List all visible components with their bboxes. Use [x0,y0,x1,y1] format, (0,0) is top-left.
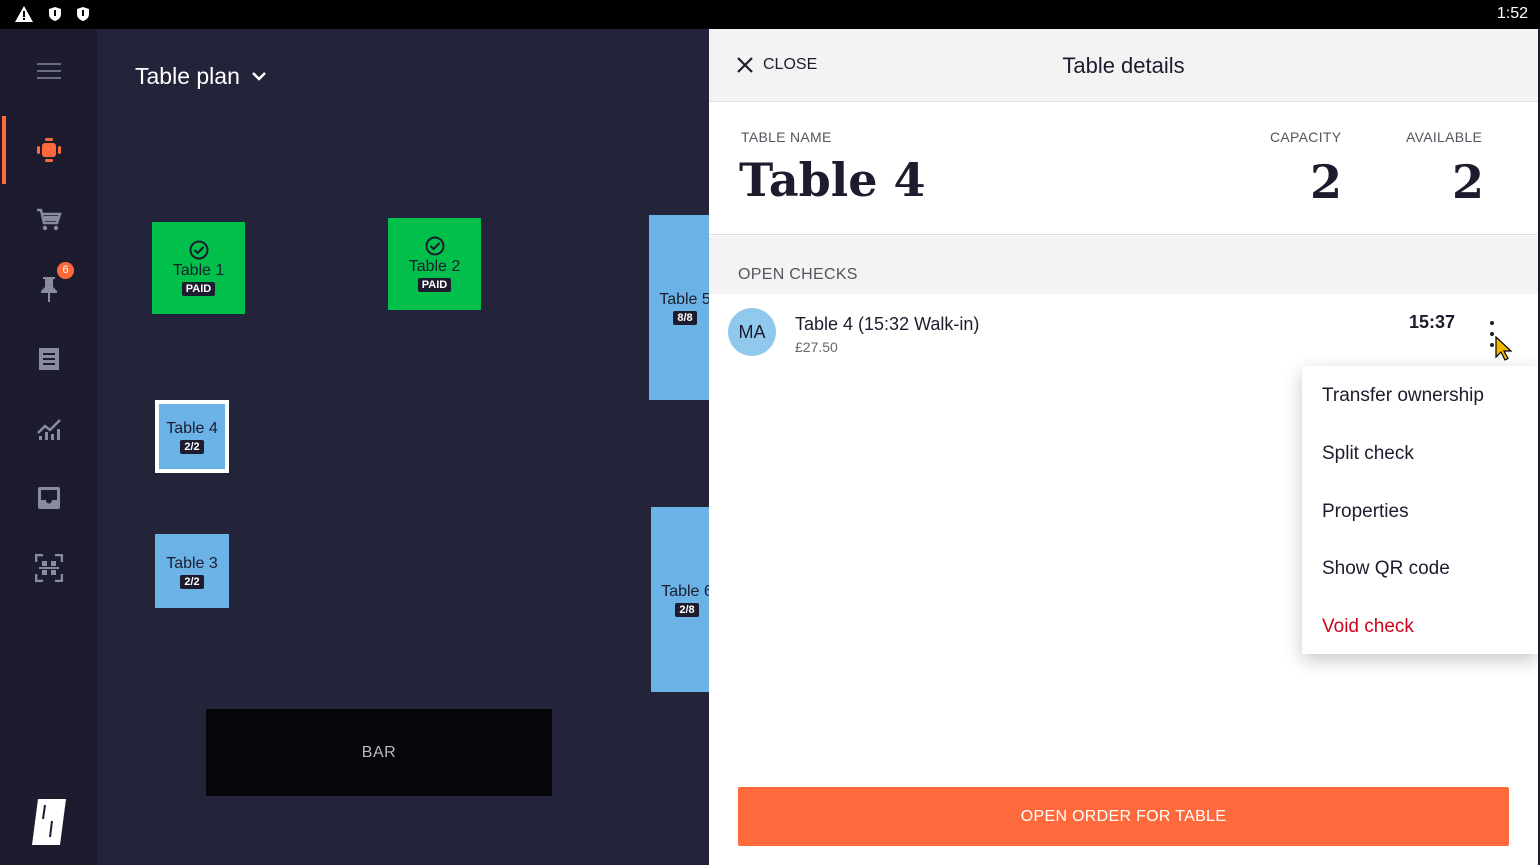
table-name: Table 2 [408,258,461,275]
menu-item-split-check[interactable]: Split check [1322,443,1414,465]
menu-item-show-qr-code[interactable]: Show QR code [1322,558,1450,580]
panel-title: Table details [1062,53,1185,78]
plan-selector[interactable]: Table plan [135,63,266,90]
table-occupancy-tag: 2/8 [675,603,699,617]
menu-button[interactable] [0,37,97,105]
table-6[interactable]: Table 6 2/8 [651,507,709,692]
check-time: 15:37 [1409,312,1456,332]
menu-item-void-check[interactable]: Void check [1322,616,1414,638]
table-status-tag: PAID [417,278,452,292]
status-bar: 1:52 [0,0,1540,29]
table-status-tag: PAID [181,282,216,296]
app-root: 1:52 6 Table plan Table 1 PAID Table 2 P… [0,0,1540,865]
table-plan-icon [36,138,61,162]
avatar: MA [728,308,776,356]
nav-receipts[interactable] [0,325,97,393]
table-details-panel: CLOSE Table details TABLE NAME Table 4 C… [709,29,1538,865]
nav-table-plan[interactable] [0,116,97,184]
shield-icon [77,7,89,21]
qr-scan-icon [34,554,63,582]
analytics-icon [36,419,61,440]
cart-icon [36,208,62,231]
open-checks-label: OPEN CHECKS [738,266,858,283]
table-1[interactable]: Table 1 PAID [152,222,245,314]
panel-header: CLOSE Table details [709,29,1538,102]
table-3[interactable]: Table 3 2/2 [155,534,229,608]
menu-icon [36,63,61,79]
table-5[interactable]: Table 5 8/8 [649,215,709,400]
table-occupancy-tag: 8/8 [673,311,697,325]
open-order-button[interactable]: OPEN ORDER FOR TABLE [738,787,1509,846]
nav-pinned[interactable]: 6 [0,255,97,323]
receipt-icon [38,348,59,370]
table-name-label: TABLE NAME [741,129,832,145]
sidebar: 6 [0,29,97,865]
status-icons [14,5,90,23]
pin-icon [40,277,57,302]
table-name: Table 4 [166,420,218,437]
check-title: Table 4 (15:32 Walk-in) [795,314,980,334]
table-occupancy-tag: 2/2 [180,574,204,589]
table-plan: Table plan Table 1 PAID Table 2 PAID Tab… [97,29,709,865]
menu-item-transfer-ownership[interactable]: Transfer ownership [1322,385,1484,407]
nav-orders[interactable] [0,186,97,254]
table-name: Table 6 [661,583,709,600]
table-name: Table 5 [659,291,709,308]
check-circle-icon [425,236,444,256]
check-amount: £27.50 [795,339,838,355]
plan-title: Table plan [135,63,240,89]
table-name: Table 3 [166,554,218,572]
nav-scan[interactable] [0,534,97,602]
available-value: 2 [1452,155,1485,209]
table-name: Table 1 [172,262,225,279]
table-4[interactable]: Table 4 2/2 [155,400,229,473]
table-info: TABLE NAME Table 4 CAPACITY 2 AVAILABLE … [709,103,1538,235]
brand-logo [32,799,66,845]
kebab-dot [1490,321,1494,325]
nav-analytics[interactable] [0,395,97,463]
clock: 1:52 [1496,5,1528,22]
open-checks-header: OPEN CHECKS [709,236,1538,294]
check-options-menu: Transfer ownership Split check Propertie… [1302,366,1538,654]
menu-item-properties[interactable]: Properties [1322,501,1409,523]
table-name-value: Table 4 [739,153,926,207]
bar-area: BAR [206,709,552,796]
table-2[interactable]: Table 2 PAID [388,218,481,310]
inbox-icon [37,487,60,509]
table-occupancy-tag: 2/2 [180,440,204,454]
mouse-cursor-icon [1495,335,1513,361]
notification-badge: 6 [57,262,74,279]
check-row[interactable]: MA Table 4 (15:32 Walk-in) £27.50 15:37 [709,295,1538,371]
available-label: AVAILABLE [1406,129,1483,145]
chevron-down-icon [251,72,266,81]
nav-inbox[interactable] [0,464,97,532]
capacity-label: CAPACITY [1270,129,1342,145]
check-circle-icon [189,240,208,260]
capacity-value: 2 [1310,155,1343,209]
shield-icon [49,7,61,21]
warning-icon [15,6,33,22]
